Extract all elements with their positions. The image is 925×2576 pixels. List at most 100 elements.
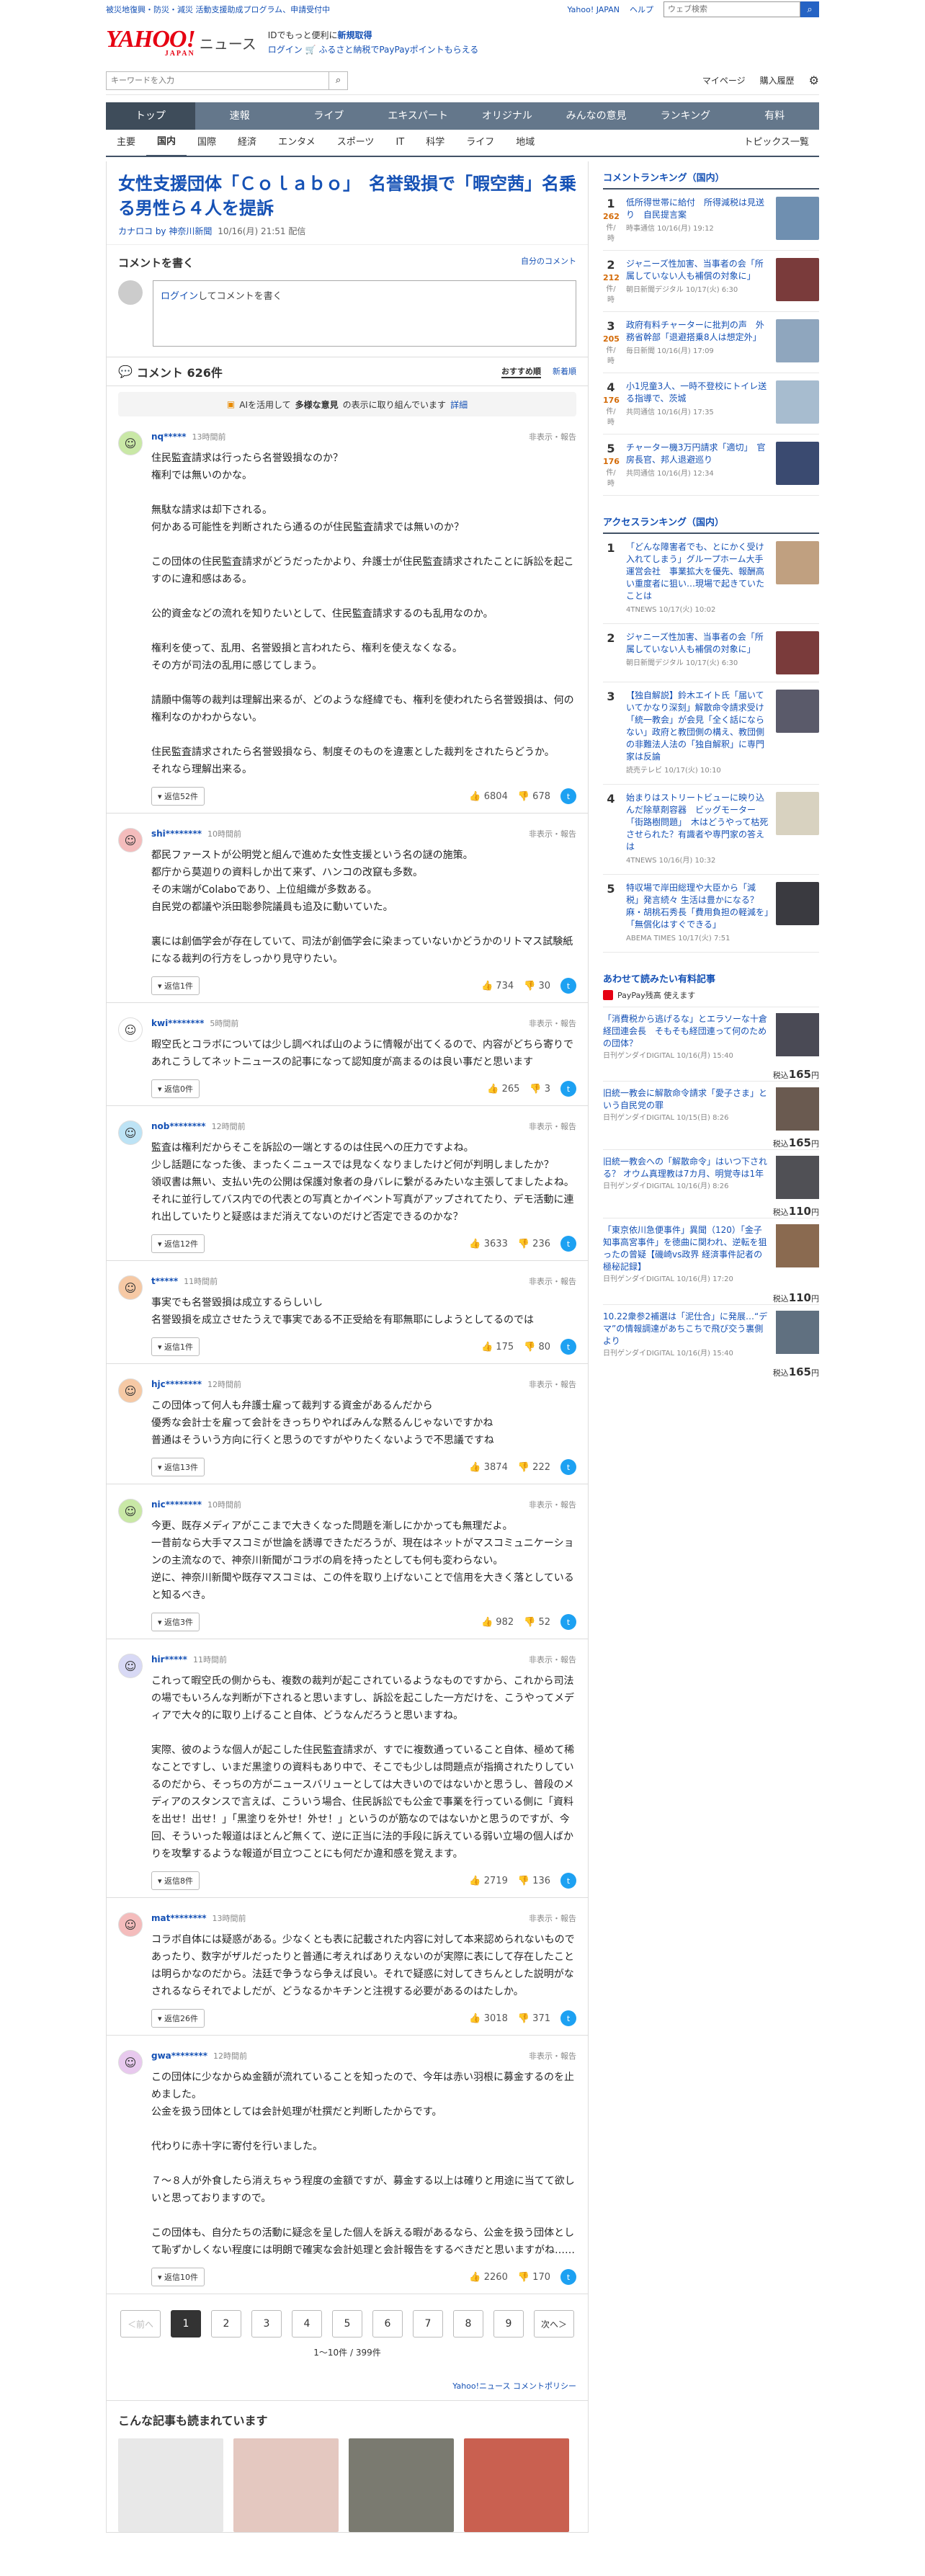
- thumbs-up-button[interactable]: 👍 2719: [469, 1876, 507, 1886]
- ranking-thumbnail[interactable]: [776, 882, 819, 925]
- register-link[interactable]: 新規取得: [338, 30, 372, 40]
- twitter-icon[interactable]: t: [560, 788, 576, 804]
- thumbs-up-button[interactable]: 👍 3874: [469, 1462, 507, 1473]
- gnav-item[interactable]: トップ: [106, 102, 195, 130]
- comment-user[interactable]: kwi********: [151, 1018, 204, 1028]
- article-source[interactable]: カナロコ by 神奈川新聞: [118, 226, 212, 236]
- ranking-title[interactable]: チャーター機3万円請求「適切」 官房長官、邦人退避巡り: [626, 442, 766, 465]
- twitter-icon[interactable]: t: [560, 1873, 576, 1889]
- paid-article-title[interactable]: 旧統一教会に解散命令請求「愛子さま」という自民党の罪: [603, 1088, 767, 1110]
- category-item[interactable]: 科学: [415, 130, 455, 156]
- sort-newest-tab[interactable]: 新着順: [553, 365, 576, 378]
- ranking-title[interactable]: ジャニーズ性加害、当事者の会「所属していない人も補償の対象に」: [626, 632, 764, 654]
- comment-user[interactable]: nob********: [151, 1121, 206, 1131]
- report-link[interactable]: 非表示・報告: [529, 1654, 576, 1665]
- ranking-thumbnail[interactable]: [776, 541, 819, 584]
- report-link[interactable]: 非表示・報告: [529, 1275, 576, 1287]
- paid-article-title[interactable]: 旧統一教会への「解散命令」はいつ下される？ オウム真理教は7カ月、明覚寺は1年: [603, 1156, 767, 1179]
- thumbs-up-button[interactable]: 👍 175: [481, 1342, 514, 1352]
- gnav-item[interactable]: ランキング: [641, 102, 730, 130]
- report-link[interactable]: 非表示・報告: [529, 1499, 576, 1510]
- thumbs-down-button[interactable]: 👎 30: [524, 981, 550, 991]
- gnav-item[interactable]: 有料: [730, 102, 819, 130]
- page-button[interactable]: 9: [493, 2310, 524, 2337]
- login-link[interactable]: ログイン: [268, 45, 303, 55]
- category-item[interactable]: 主要: [106, 130, 146, 156]
- comment-user[interactable]: t*****: [151, 1276, 178, 1286]
- twitter-icon[interactable]: t: [560, 2010, 576, 2026]
- ranking-title[interactable]: ジャニーズ性加害、当事者の会「所属していない人も補償の対象に」: [626, 259, 764, 281]
- paid-article-item[interactable]: 10.22衆参2補選は「泥仕合」に発展…“デマ”の情報調達があちこちで飛び交う裏…: [603, 1304, 819, 1378]
- thumbs-down-button[interactable]: 👎 236: [518, 1239, 550, 1249]
- thumbs-down-button[interactable]: 👎 136: [518, 1876, 550, 1886]
- ranking-item[interactable]: 4 176 件/時 小1児童3人、一時不登校にトイレ送る指導で、茨城 共同通信 10/1…: [603, 373, 819, 434]
- comment-policy-link[interactable]: Yahoo!ニュース コメントポリシー: [452, 2381, 576, 2391]
- gnav-item[interactable]: エキスパート: [373, 102, 463, 130]
- paid-article-thumbnail[interactable]: [776, 1087, 819, 1131]
- topics-list-link[interactable]: トピックス一覧: [733, 130, 819, 156]
- ranking-item[interactable]: 1 262 件/時 低所得世帯に給付 所得減税は見送り 自民提言案 時事通信 10/16…: [603, 190, 819, 251]
- comment-user[interactable]: nic********: [151, 1499, 202, 1510]
- page-button[interactable]: 5: [332, 2310, 362, 2337]
- thumbs-down-button[interactable]: 👎 3: [529, 1084, 550, 1095]
- thumbs-up-button[interactable]: 👍 982: [481, 1617, 514, 1628]
- twitter-icon[interactable]: t: [560, 2269, 576, 2285]
- gear-icon[interactable]: ⚙: [809, 73, 819, 87]
- reply-button[interactable]: ▾ 返信26件: [151, 2009, 205, 2028]
- gnav-item[interactable]: みんなの意見: [552, 102, 641, 130]
- category-item[interactable]: 国内: [146, 129, 187, 157]
- ranking-item[interactable]: 5 特収場で岸田総理や大臣から「減税」発言続々 生活は豊かになる？ 麻・胡桃石秀長…: [603, 875, 819, 953]
- category-item[interactable]: ライフ: [455, 130, 505, 156]
- search-icon[interactable]: ⌕: [329, 71, 348, 90]
- article-thumbnail[interactable]: [349, 2438, 454, 2532]
- category-item[interactable]: IT: [385, 130, 415, 156]
- reply-button[interactable]: ▾ 返信1件: [151, 976, 200, 995]
- comment-user[interactable]: shi********: [151, 829, 202, 839]
- ranking-item[interactable]: 2 212 件/時 ジャニーズ性加害、当事者の会「所属していない人も補償の対象に」 朝日…: [603, 251, 819, 312]
- section-name[interactable]: ニュース: [200, 32, 256, 53]
- keyword-input[interactable]: [106, 71, 329, 90]
- reply-button[interactable]: ▾ 返信12件: [151, 1234, 205, 1253]
- report-link[interactable]: 非表示・報告: [529, 1912, 576, 1924]
- ranking-title[interactable]: 「どんな障害者でも、とにかく受け入れてしまう」グループホーム大手運営会社 事業拡…: [626, 542, 764, 601]
- ranking-item[interactable]: 5 176 件/時 チャーター機3万円請求「適切」 官房長官、邦人退避巡り 共同通信 1…: [603, 434, 819, 496]
- category-item[interactable]: 経済: [227, 130, 267, 156]
- reply-button[interactable]: ▾ 返信10件: [151, 2268, 205, 2286]
- thumbs-down-button[interactable]: 👎 678: [518, 791, 550, 802]
- mypage-link[interactable]: マイページ: [702, 74, 746, 86]
- ranking-thumbnail[interactable]: [776, 319, 819, 362]
- web-search-input[interactable]: [663, 1, 800, 17]
- reply-button[interactable]: ▾ 返信8件: [151, 1871, 200, 1890]
- paid-article-item[interactable]: 「消費税から逃げるな」とエラソーな十倉経団連会長 そもそも経団連って何のための団…: [603, 1007, 819, 1081]
- article-thumbnail[interactable]: [464, 2438, 569, 2532]
- report-link[interactable]: 非表示・報告: [529, 431, 576, 442]
- report-link[interactable]: 非表示・報告: [529, 828, 576, 839]
- report-link[interactable]: 非表示・報告: [529, 2050, 576, 2062]
- twitter-icon[interactable]: t: [560, 1339, 576, 1355]
- ranking-title[interactable]: 低所得世帯に給付 所得減税は見送り 自民提言案: [626, 197, 764, 220]
- ranking-item[interactable]: 2 ジャニーズ性加害、当事者の会「所属していない人も補償の対象に」 朝日新聞デジタル…: [603, 624, 819, 682]
- page-button[interactable]: 4: [292, 2310, 322, 2337]
- thumbs-down-button[interactable]: 👎 222: [518, 1462, 550, 1473]
- report-link[interactable]: 非表示・報告: [529, 1017, 576, 1029]
- login-link[interactable]: ログイン: [161, 291, 198, 302]
- paid-article-item[interactable]: 旧統一教会に解散命令請求「愛子さま」という自民党の罪 日刊ゲンダイDIGITAL …: [603, 1081, 819, 1149]
- ranking-item[interactable]: 4 始まりはストリートビューに映り込んだ除草剤容器 ビッグモーター「街路樹問題」 …: [603, 785, 819, 875]
- ranking-title[interactable]: 【独自解説】鈴木エイト氏「届いていてかなり深刻」解散命令請求受け「統一教会」が会…: [626, 690, 764, 762]
- twitter-icon[interactable]: t: [560, 1459, 576, 1475]
- comment-user[interactable]: hir*****: [151, 1654, 187, 1664]
- gnav-item[interactable]: ライブ: [285, 102, 374, 130]
- comment-user[interactable]: nq*****: [151, 432, 187, 442]
- reply-button[interactable]: ▾ 返信0件: [151, 1079, 200, 1098]
- ranking-thumbnail[interactable]: [776, 258, 819, 301]
- thumbs-up-button[interactable]: 👍 6804: [469, 791, 507, 802]
- ranking-thumbnail[interactable]: [776, 442, 819, 485]
- thumbs-down-button[interactable]: 👎 170: [518, 2272, 550, 2283]
- comment-user[interactable]: mat********: [151, 1913, 207, 1923]
- page-button[interactable]: 7: [413, 2310, 443, 2337]
- article-thumbnail[interactable]: [118, 2438, 223, 2532]
- page-button[interactable]: 3: [251, 2310, 282, 2337]
- paid-article-item[interactable]: 「東京依川急便事件」異聞（120）「金子知事高宮事件」を徳曲に関われ、逆転を狙っ…: [603, 1218, 819, 1304]
- category-item[interactable]: エンタメ: [267, 130, 326, 156]
- thumbs-down-button[interactable]: 👎 80: [524, 1342, 550, 1352]
